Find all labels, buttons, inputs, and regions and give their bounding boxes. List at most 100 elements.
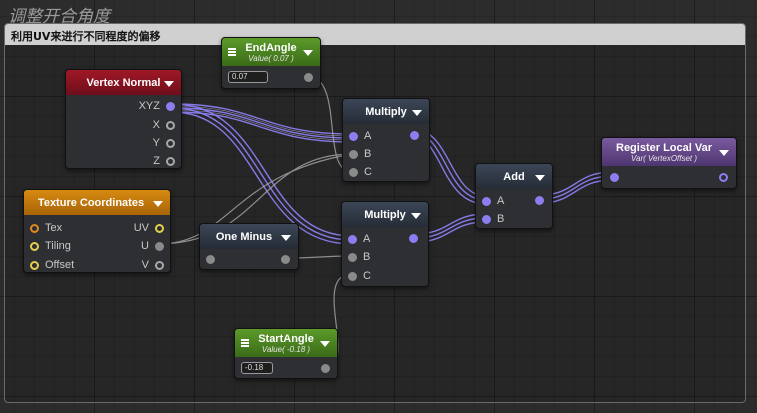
c-port[interactable]: [348, 271, 357, 281]
texture-coordinates-title: Texture Coordinates: [37, 196, 145, 209]
add-node[interactable]: Add A B: [475, 163, 553, 229]
chevron-down-icon[interactable]: [411, 212, 421, 219]
input-b[interactable]: B: [482, 212, 504, 226]
xyz-port[interactable]: [166, 101, 175, 111]
menu-icon[interactable]: [241, 339, 249, 347]
multiply-top-output-port[interactable]: [410, 131, 419, 140]
one-minus-input-port[interactable]: [206, 255, 215, 264]
multiply-top-header[interactable]: Multiply: [343, 99, 429, 124]
a-port[interactable]: [482, 196, 491, 206]
tex-port[interactable]: [30, 223, 39, 233]
b-port[interactable]: [349, 149, 358, 159]
end-angle-node[interactable]: EndAngle Value( 0.07 ) 0.07: [221, 37, 321, 89]
texture-coordinates-header[interactable]: Texture Coordinates: [24, 190, 170, 215]
output-label: UV: [133, 222, 149, 234]
register-input-port[interactable]: [610, 173, 619, 182]
chevron-down-icon[interactable]: [412, 109, 422, 116]
chevron-down-icon[interactable]: [320, 341, 330, 347]
one-minus-output-port[interactable]: [281, 255, 290, 264]
comment-title[interactable]: 利用UV来进行不同程度的偏移: [5, 24, 745, 45]
input-label: Tex: [45, 222, 63, 234]
uv-port[interactable]: [155, 223, 164, 233]
chevron-down-icon[interactable]: [719, 150, 729, 156]
input-label: B: [497, 213, 505, 225]
z-port[interactable]: [166, 156, 175, 166]
output-z[interactable]: Z: [153, 154, 175, 168]
x-port[interactable]: [166, 120, 175, 130]
vertex-normal-node[interactable]: Vertex Normal XYZ X Y Z: [65, 69, 182, 169]
v-port[interactable]: [155, 260, 164, 270]
multiply-top-node[interactable]: Multiply A B C: [342, 98, 430, 182]
u-port[interactable]: [155, 241, 164, 251]
input-b[interactable]: B: [348, 250, 370, 264]
output-xyz[interactable]: XYZ: [139, 99, 175, 113]
input-label: C: [364, 166, 372, 178]
input-c[interactable]: C: [349, 165, 372, 179]
multiply-bottom-header[interactable]: Multiply: [342, 202, 428, 227]
add-header[interactable]: Add: [476, 164, 552, 189]
input-label: A: [364, 130, 372, 142]
end-angle-header[interactable]: EndAngle Value( 0.07 ): [222, 38, 320, 66]
output-label: V: [141, 259, 149, 271]
b-port[interactable]: [348, 252, 357, 262]
input-b[interactable]: B: [349, 147, 371, 161]
register-local-var-subtitle: Var( VertexOffset ): [630, 153, 698, 163]
input-label: A: [497, 195, 505, 207]
register-output-port[interactable]: [719, 173, 728, 182]
input-label: C: [363, 270, 371, 282]
register-local-var-header[interactable]: Register Local Var Var( VertexOffset ): [602, 138, 736, 166]
b-port[interactable]: [482, 214, 491, 224]
start-angle-subtitle: Value( -0.18 ): [261, 344, 311, 354]
output-y[interactable]: Y: [153, 136, 175, 150]
chevron-down-icon[interactable]: [535, 174, 545, 181]
input-label: A: [363, 233, 371, 245]
register-local-var-node[interactable]: Register Local Var Var( VertexOffset ): [601, 137, 737, 189]
end-angle-subtitle: Value( 0.07 ): [248, 53, 294, 63]
output-label: Y: [152, 137, 160, 149]
output-label: U: [141, 240, 149, 252]
chevron-down-icon[interactable]: [281, 234, 291, 241]
input-tiling[interactable]: Tiling: [30, 239, 71, 253]
input-a[interactable]: A: [349, 129, 371, 143]
output-label: Z: [153, 155, 160, 167]
one-minus-node[interactable]: One Minus: [199, 223, 299, 270]
chevron-down-icon[interactable]: [153, 200, 163, 207]
input-a[interactable]: A: [348, 232, 370, 246]
a-port[interactable]: [348, 234, 357, 244]
input-offset[interactable]: Offset: [30, 258, 74, 272]
input-c[interactable]: C: [348, 269, 371, 283]
tiling-port[interactable]: [30, 241, 39, 251]
offset-port[interactable]: [30, 260, 39, 270]
y-port[interactable]: [166, 138, 175, 148]
add-output-port[interactable]: [535, 196, 544, 205]
end-angle-value-field[interactable]: 0.07: [228, 71, 268, 83]
output-uv[interactable]: UV: [134, 221, 164, 235]
input-tex[interactable]: Tex: [30, 221, 62, 235]
texture-coordinates-node[interactable]: Texture Coordinates Tex Tiling Offset UV…: [23, 189, 171, 273]
input-label: B: [363, 251, 371, 263]
output-v[interactable]: V: [142, 258, 164, 272]
add-title: Add: [503, 170, 525, 183]
start-angle-value-field[interactable]: -0.18: [241, 362, 273, 374]
start-angle-node[interactable]: StartAngle Value( -0.18 ) -0.18: [234, 328, 338, 379]
input-a[interactable]: A: [482, 194, 504, 208]
chevron-down-icon[interactable]: [164, 80, 174, 87]
vertex-normal-header[interactable]: Vertex Normal: [66, 70, 181, 95]
end-angle-output-port[interactable]: [304, 73, 313, 82]
vertex-normal-title: Vertex Normal: [86, 76, 161, 89]
chevron-down-icon[interactable]: [303, 50, 313, 56]
menu-icon[interactable]: [228, 48, 236, 56]
start-angle-output-port[interactable]: [321, 364, 330, 373]
output-label: X: [152, 119, 160, 131]
c-port[interactable]: [349, 167, 358, 177]
start-angle-header[interactable]: StartAngle Value( -0.18 ): [235, 329, 337, 357]
start-angle-title: StartAngle: [258, 332, 314, 345]
multiply-bottom-output-port[interactable]: [409, 234, 418, 243]
a-port[interactable]: [349, 131, 358, 141]
one-minus-title: One Minus: [215, 230, 273, 243]
multiply-bottom-node[interactable]: Multiply A B C: [341, 201, 429, 287]
output-x[interactable]: X: [153, 118, 175, 132]
input-label: B: [364, 148, 372, 160]
one-minus-header[interactable]: One Minus: [200, 224, 298, 249]
output-u[interactable]: U: [141, 239, 164, 253]
